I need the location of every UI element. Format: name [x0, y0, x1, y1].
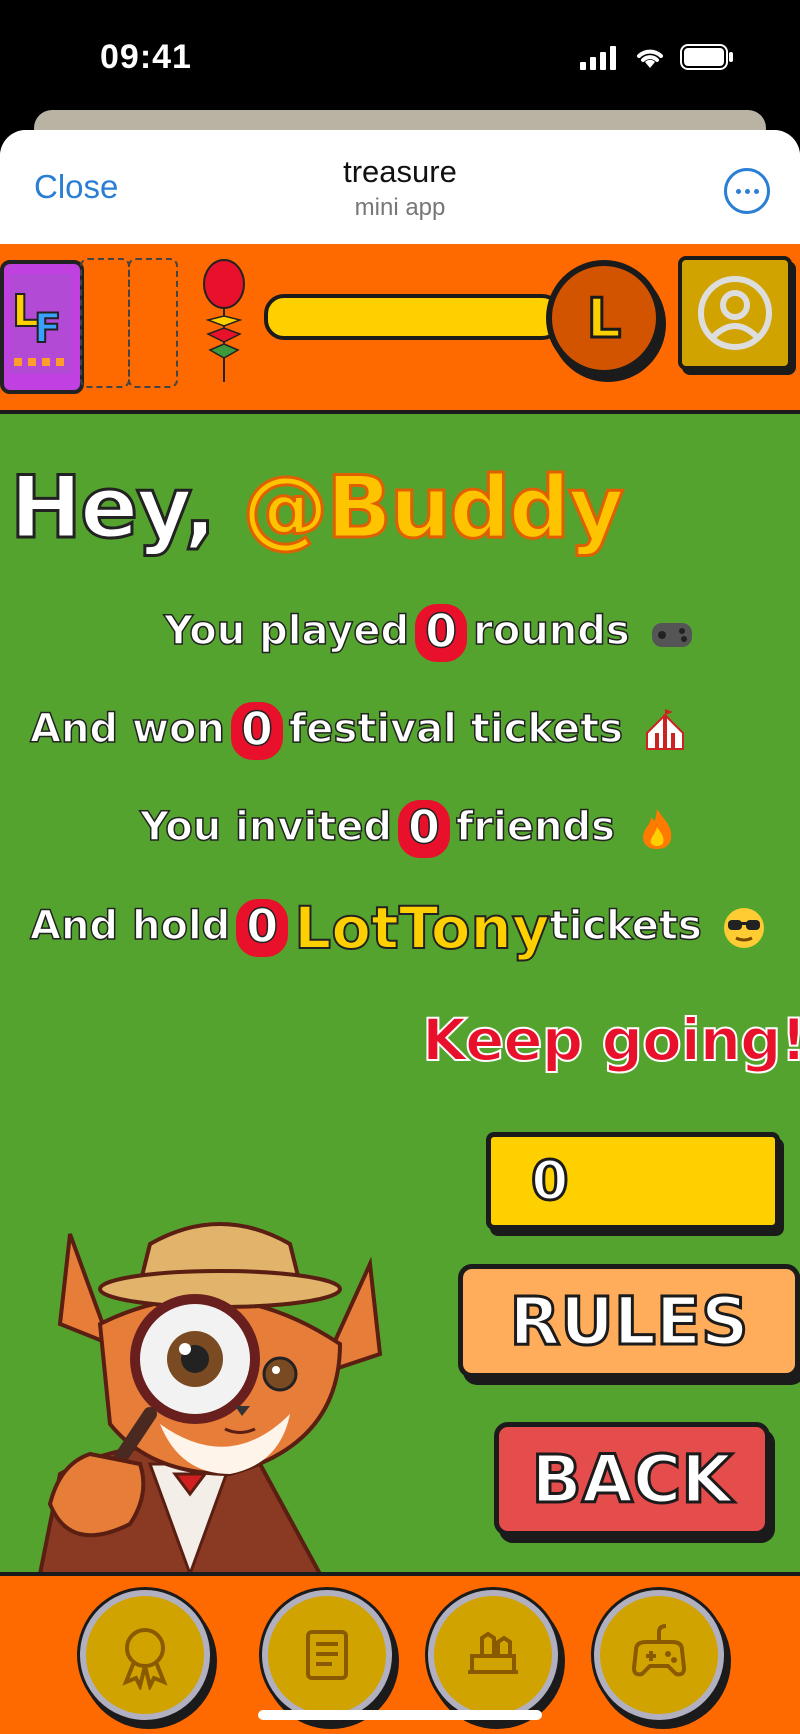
stat-lottony-before: And hold — [29, 902, 231, 950]
shop-icon — [468, 1631, 518, 1674]
home-indicator[interactable] — [258, 1710, 542, 1720]
app-title: treasure — [343, 154, 457, 189]
scroll-icon — [306, 1630, 348, 1680]
empty-ticket-slot — [80, 258, 130, 388]
counter-value: 0 — [530, 1148, 571, 1214]
gamepad-emoji-icon — [651, 623, 692, 647]
circus-tent-emoji-icon — [645, 709, 684, 750]
level-progress-bar — [264, 294, 562, 340]
greeting-prefix: Hey, — [8, 457, 217, 560]
back-button[interactable]: BACK — [494, 1422, 770, 1536]
stat-festival-after: festival tickets — [288, 705, 624, 753]
stat-festival: And won 0 festival tickets — [0, 701, 800, 760]
fox-detective-mascot — [38, 1222, 383, 1572]
wifi-icon — [637, 49, 663, 68]
nav-games-button[interactable] — [594, 1590, 724, 1720]
stat-rounds-value: 0 — [415, 603, 468, 662]
stat-festival-before: And won — [29, 705, 225, 753]
stat-festival-value: 0 — [230, 701, 283, 760]
stat-lottony-after: tickets — [549, 902, 703, 950]
user-profile-icon — [698, 276, 772, 350]
ticket-letter-f: F — [34, 306, 61, 352]
more-dot-icon — [753, 188, 759, 194]
stat-lottony: And hold 0 LotTonytickets — [0, 893, 800, 963]
stat-friends-before: You invited — [139, 803, 393, 851]
empty-ticket-slot — [128, 258, 178, 388]
stat-friends-value: 0 — [398, 799, 451, 858]
more-dot-icon — [744, 188, 750, 194]
rules-button[interactable]: RULES — [458, 1264, 800, 1378]
status-icons — [580, 44, 734, 70]
status-time: 09:41 — [100, 38, 192, 76]
more-dot-icon — [735, 188, 741, 194]
balloon-icon — [203, 259, 245, 382]
main-content: Hey, @Buddy You played 0 rounds And won 0 fe… — [0, 414, 800, 1572]
sunglasses-emoji-icon — [723, 908, 764, 948]
fire-emoji-icon — [642, 809, 672, 849]
mini-app-header: Close treasure mini app — [0, 130, 800, 244]
greeting-heading: Hey, @Buddy — [8, 457, 626, 560]
mini-app-sheet: Close treasure mini app L F L Hey, @Budd… — [0, 130, 800, 1734]
stat-friends-after: friends — [455, 803, 615, 851]
nav-quests-button[interactable] — [262, 1590, 392, 1720]
greeting-username: @Buddy — [241, 457, 626, 560]
nav-awards-button[interactable] — [80, 1590, 210, 1720]
top-game-bar: L F L — [0, 244, 800, 414]
level-badge-icon[interactable]: L — [546, 260, 662, 376]
stat-rounds-before: You played — [163, 607, 410, 655]
stat-rounds: You played 0 rounds — [0, 603, 800, 662]
lottony-brand: LotTony — [293, 893, 550, 963]
stat-rounds-after: rounds — [472, 607, 630, 655]
stat-lottony-value: 0 — [236, 898, 289, 957]
ticket-icon[interactable]: L F — [0, 260, 84, 394]
battery-icon — [680, 44, 733, 70]
profile-button[interactable] — [678, 256, 792, 370]
more-options-button[interactable] — [724, 168, 770, 214]
status-bar: 09:41 — [0, 0, 800, 110]
stat-friends: You invited 0 friends — [0, 799, 800, 858]
award-icon — [122, 1628, 168, 1690]
gamepad-icon — [631, 1624, 687, 1677]
app-subtitle: mini app — [354, 194, 446, 221]
nav-shop-button[interactable] — [428, 1590, 558, 1720]
keep-going-text: Keep going! — [421, 1005, 800, 1075]
counter-field: 0 — [486, 1132, 780, 1230]
signal-icon — [580, 46, 616, 70]
